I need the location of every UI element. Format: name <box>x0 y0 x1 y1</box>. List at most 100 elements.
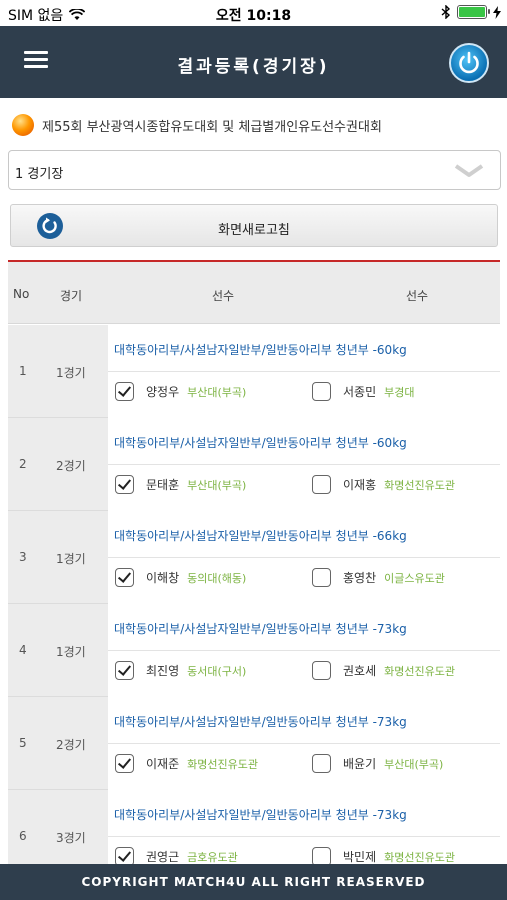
round-label: 1경기 <box>56 552 86 566</box>
player-team: 화명선진유도관 <box>384 850 455 864</box>
player-name: 권호세 <box>343 664 377 678</box>
player2: 서종민 부경대 <box>312 382 415 401</box>
player2: 홍영찬 이글스유도관 <box>312 568 445 587</box>
table-row: 6 3경기 대학동아리부/사설남자일반부/일반동아리부 청년부 -73kg 권영… <box>8 790 500 864</box>
player-team: 동의대(해동) <box>187 571 247 585</box>
player-team: 화명선진유도관 <box>384 664 455 678</box>
player1: 최진영 동서대(구서) <box>115 661 246 680</box>
table-row: 4 1경기 대학동아리부/사설남자일반부/일반동아리부 청년부 -73kg 최진… <box>8 604 500 697</box>
player-name: 홍영찬 <box>343 571 377 585</box>
chevron-down-icon <box>454 164 484 177</box>
player2: 박민제 화명선진유도관 <box>312 847 455 864</box>
player-team: 금호유도관 <box>187 850 238 864</box>
player2: 이재홍 화명선진유도관 <box>312 475 455 494</box>
player1: 이재준 화명선진유도관 <box>115 754 258 773</box>
player1-checkbox[interactable] <box>115 847 134 864</box>
match-cell: 대학동아리부/사설남자일반부/일반동아리부 청년부 -73kg 이재준 화명선진… <box>108 697 500 790</box>
player-team: 화명선진유도관 <box>384 478 455 492</box>
division-label: 대학동아리부/사설남자일반부/일반동아리부 청년부 -66kg <box>114 529 407 543</box>
player-name: 이재준 <box>146 757 180 771</box>
player-name: 최진영 <box>146 664 180 678</box>
player2-checkbox[interactable] <box>312 661 331 680</box>
stadium-select-value: 1 경기장 <box>15 167 64 182</box>
player2: 권호세 화명선진유도관 <box>312 661 455 680</box>
player1-checkbox[interactable] <box>115 661 134 680</box>
match-cell: 대학동아리부/사설남자일반부/일반동아리부 청년부 -60kg 양정우 부산대(… <box>108 325 500 418</box>
player-team: 부산대(부곡) <box>187 478 247 492</box>
round-label: 2경기 <box>56 459 86 473</box>
power-icon[interactable] <box>449 43 489 83</box>
competition-title: 제55회 부산광역시종합유도대회 및 체급별개인유도선수권대회 <box>42 119 382 135</box>
match-cell: 대학동아리부/사설남자일반부/일반동아리부 청년부 -66kg 이해창 동의대(… <box>108 511 500 604</box>
match-cell: 대학동아리부/사설남자일반부/일반동아리부 청년부 -73kg 권영근 금호유도… <box>108 790 500 864</box>
battery-icon <box>457 5 490 19</box>
round-label: 1경기 <box>56 645 86 659</box>
player-name: 문태훈 <box>146 478 180 492</box>
row-number: 6 <box>19 829 27 843</box>
division-label: 대학동아리부/사설남자일반부/일반동아리부 청년부 -73kg <box>114 622 407 636</box>
table-row: 1 1경기 대학동아리부/사설남자일반부/일반동아리부 청년부 -60kg 양정… <box>8 325 500 418</box>
division-label: 대학동아리부/사설남자일반부/일반동아리부 청년부 -73kg <box>114 808 407 822</box>
status-bar: SIM 없음 오전 10:18 <box>0 0 507 26</box>
player2: 배윤기 부산대(부곡) <box>312 754 443 773</box>
player1: 이해창 동의대(해동) <box>115 568 246 587</box>
orange-ball-icon <box>12 114 34 136</box>
player-name: 서종민 <box>343 385 377 399</box>
table-row: 2 2경기 대학동아리부/사설남자일반부/일반동아리부 청년부 -60kg 문태… <box>8 418 500 511</box>
refresh-button[interactable]: 화면새로고침 <box>10 204 498 247</box>
player-name: 박민제 <box>343 850 377 864</box>
player-team: 부경대 <box>384 385 415 399</box>
round-label: 2경기 <box>56 738 86 752</box>
round-label: 3경기 <box>56 831 86 845</box>
row-number: 3 <box>19 550 27 564</box>
player-name: 배윤기 <box>343 757 377 771</box>
app-header: 결과등록(경기장) <box>0 26 507 98</box>
player1: 문태훈 부산대(부곡) <box>115 475 246 494</box>
table-row: 5 2경기 대학동아리부/사설남자일반부/일반동아리부 청년부 -73kg 이재… <box>8 697 500 790</box>
round-label: 1경기 <box>56 366 86 380</box>
table-header: No 경기 선수 선수 <box>8 262 500 324</box>
refresh-label: 화면새로고침 <box>218 223 290 238</box>
column-header-player2: 선수 <box>406 289 429 303</box>
competition-header: 제55회 부산광역시종합유도대회 및 체급별개인유도선수권대회 <box>12 114 382 136</box>
player2-checkbox[interactable] <box>312 382 331 401</box>
bluetooth-icon <box>441 5 451 19</box>
player2-checkbox[interactable] <box>312 475 331 494</box>
column-header-player1: 선수 <box>212 289 235 303</box>
page-title: 결과등록(경기장) <box>177 57 330 77</box>
column-header-no: No <box>13 287 30 301</box>
row-number: 4 <box>19 643 27 657</box>
row-number: 5 <box>19 736 27 750</box>
player1-checkbox[interactable] <box>115 382 134 401</box>
player-name: 양정우 <box>146 385 180 399</box>
match-cell: 대학동아리부/사설남자일반부/일반동아리부 청년부 -60kg 문태훈 부산대(… <box>108 418 500 511</box>
player1: 권영근 금호유도관 <box>115 847 238 864</box>
match-cell: 대학동아리부/사설남자일반부/일반동아리부 청년부 -73kg 최진영 동서대(… <box>108 604 500 697</box>
charging-bolt-icon <box>493 5 501 19</box>
column-header-round: 경기 <box>60 289 83 303</box>
player-team: 동서대(구서) <box>187 664 247 678</box>
player-team: 화명선진유도관 <box>187 757 258 771</box>
player1-checkbox[interactable] <box>115 754 134 773</box>
player-team: 이글스유도관 <box>384 571 445 585</box>
player-name: 이해창 <box>146 571 180 585</box>
player-team: 부산대(부곡) <box>384 757 444 771</box>
division-label: 대학동아리부/사설남자일반부/일반동아리부 청년부 -60kg <box>114 343 407 357</box>
player1: 양정우 부산대(부곡) <box>115 382 246 401</box>
player-name: 권영근 <box>146 850 180 864</box>
footer-copyright: COPYRIGHT MATCH4U ALL RIGHT REASERVED <box>0 864 507 900</box>
player2-checkbox[interactable] <box>312 847 331 864</box>
division-label: 대학동아리부/사설남자일반부/일반동아리부 청년부 -73kg <box>114 715 407 729</box>
player1-checkbox[interactable] <box>115 568 134 587</box>
table-row: 3 1경기 대학동아리부/사설남자일반부/일반동아리부 청년부 -66kg 이해… <box>8 511 500 604</box>
player2-checkbox[interactable] <box>312 568 331 587</box>
status-right <box>441 5 501 19</box>
player2-checkbox[interactable] <box>312 754 331 773</box>
stadium-select[interactable]: 1 경기장 <box>8 150 501 190</box>
player-team: 부산대(부곡) <box>187 385 247 399</box>
status-time: 오전 10:18 <box>215 8 292 24</box>
player1-checkbox[interactable] <box>115 475 134 494</box>
division-label: 대학동아리부/사설남자일반부/일반동아리부 청년부 -60kg <box>114 436 407 450</box>
row-number: 2 <box>19 457 27 471</box>
player-name: 이재홍 <box>343 478 377 492</box>
